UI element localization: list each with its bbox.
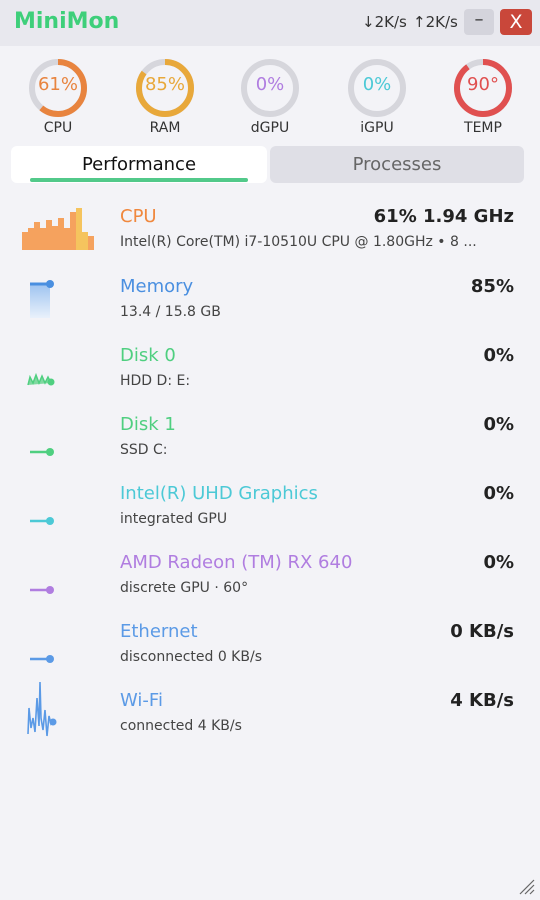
row-cpu-name: CPU xyxy=(120,206,157,227)
cpu-bars-icon xyxy=(22,208,94,250)
row-memory[interactable]: Memory 13.4 / 15.8 GB 85% xyxy=(0,270,540,339)
igpu-activity-icon xyxy=(30,517,54,525)
app-title: MiniMon xyxy=(14,9,120,34)
title-bar[interactable]: MiniMon ↓2K/s ↑2K/s – X xyxy=(0,0,540,46)
row-ethernet[interactable]: Ethernet disconnected 0 KB/s 0 KB/s xyxy=(0,615,540,684)
row-disk-1[interactable]: Disk 1 SSD C: 0% xyxy=(0,408,540,477)
row-ethernet-detail: disconnected 0 KB/s xyxy=(120,649,262,665)
gauge-ram-label: RAM xyxy=(149,120,181,136)
row-disk-0[interactable]: Disk 0 HDD D: E: 0% xyxy=(0,339,540,408)
row-wifi-name: Wi-Fi xyxy=(120,690,163,711)
gauge-cpu: 61% CPU xyxy=(26,56,90,140)
dgpu-activity-icon xyxy=(30,586,54,594)
row-disk-0-detail: HDD D: E: xyxy=(120,373,191,389)
disk-0-activity-icon xyxy=(27,372,55,386)
memory-graph-icon xyxy=(30,280,54,318)
resize-grip-icon[interactable] xyxy=(516,876,536,896)
gauge-dgpu-value: 0% xyxy=(255,74,285,95)
row-igpu[interactable]: Intel(R) UHD Graphics integrated GPU 0% xyxy=(0,477,540,546)
row-disk-1-name: Disk 1 xyxy=(120,414,176,435)
gauge-dgpu: 0% dGPU xyxy=(238,56,302,140)
gauge-igpu-label: iGPU xyxy=(360,120,394,136)
tab-processes[interactable]: Processes xyxy=(270,146,524,183)
net-download-rate: ↓2K/s xyxy=(362,13,407,31)
row-igpu-detail: integrated GPU xyxy=(120,511,228,527)
minimize-button[interactable]: – xyxy=(464,9,494,35)
gauge-temp-label: TEMP xyxy=(464,120,502,136)
gauge-cpu-value: 61% xyxy=(37,74,78,95)
gauge-ram: 85% RAM xyxy=(133,56,197,140)
row-memory-detail: 13.4 / 15.8 GB xyxy=(120,304,221,320)
tab-performance-label: Performance xyxy=(81,154,197,175)
row-cpu-value: 61% 1.94 GHz xyxy=(373,206,514,227)
row-ethernet-value: 0 KB/s xyxy=(450,621,514,642)
row-dgpu-name: AMD Radeon (TM) RX 640 xyxy=(120,552,353,573)
row-wifi-detail: connected 4 KB/s xyxy=(120,718,242,734)
row-dgpu-value: 0% xyxy=(483,552,514,573)
row-wifi-value: 4 KB/s xyxy=(450,690,514,711)
row-igpu-name: Intel(R) UHD Graphics xyxy=(120,483,318,504)
row-dgpu-detail: discrete GPU · 60° xyxy=(120,580,249,596)
row-memory-name: Memory xyxy=(120,276,194,297)
tab-processes-label: Processes xyxy=(352,154,442,175)
row-ethernet-name: Ethernet xyxy=(120,621,198,642)
row-dgpu[interactable]: AMD Radeon (TM) RX 640 discrete GPU · 60… xyxy=(0,546,540,615)
gauge-ram-value: 85% xyxy=(144,74,185,95)
wifi-activity-icon xyxy=(27,681,57,737)
row-memory-value: 85% xyxy=(470,276,514,297)
row-disk-0-value: 0% xyxy=(483,345,514,366)
gauge-cpu-label: CPU xyxy=(43,120,73,136)
row-igpu-value: 0% xyxy=(483,483,514,504)
net-upload-rate: ↑2K/s xyxy=(413,13,458,31)
gauge-temp: 90° TEMP xyxy=(451,56,515,140)
gauge-igpu-value: 0% xyxy=(362,74,392,95)
gauge-temp-value: 90° xyxy=(467,74,499,95)
tab-active-indicator xyxy=(30,178,248,182)
tab-performance[interactable]: Performance xyxy=(11,146,267,183)
gauge-igpu: 0% iGPU xyxy=(345,56,409,140)
gauge-dgpu-label: dGPU xyxy=(250,120,290,136)
row-cpu-detail: Intel(R) Core(TM) i7-10510U CPU @ 1.80GH… xyxy=(120,234,477,250)
row-disk-0-name: Disk 0 xyxy=(120,345,176,366)
disk-1-activity-icon xyxy=(30,448,54,456)
row-disk-1-value: 0% xyxy=(483,414,514,435)
close-button[interactable]: X xyxy=(500,9,532,35)
row-cpu[interactable]: CPU Intel(R) Core(TM) i7-10510U CPU @ 1.… xyxy=(0,200,540,269)
ethernet-activity-icon xyxy=(30,655,54,663)
row-disk-1-detail: SSD C: xyxy=(120,442,168,458)
row-wifi[interactable]: Wi-Fi connected 4 KB/s 4 KB/s xyxy=(0,681,540,753)
